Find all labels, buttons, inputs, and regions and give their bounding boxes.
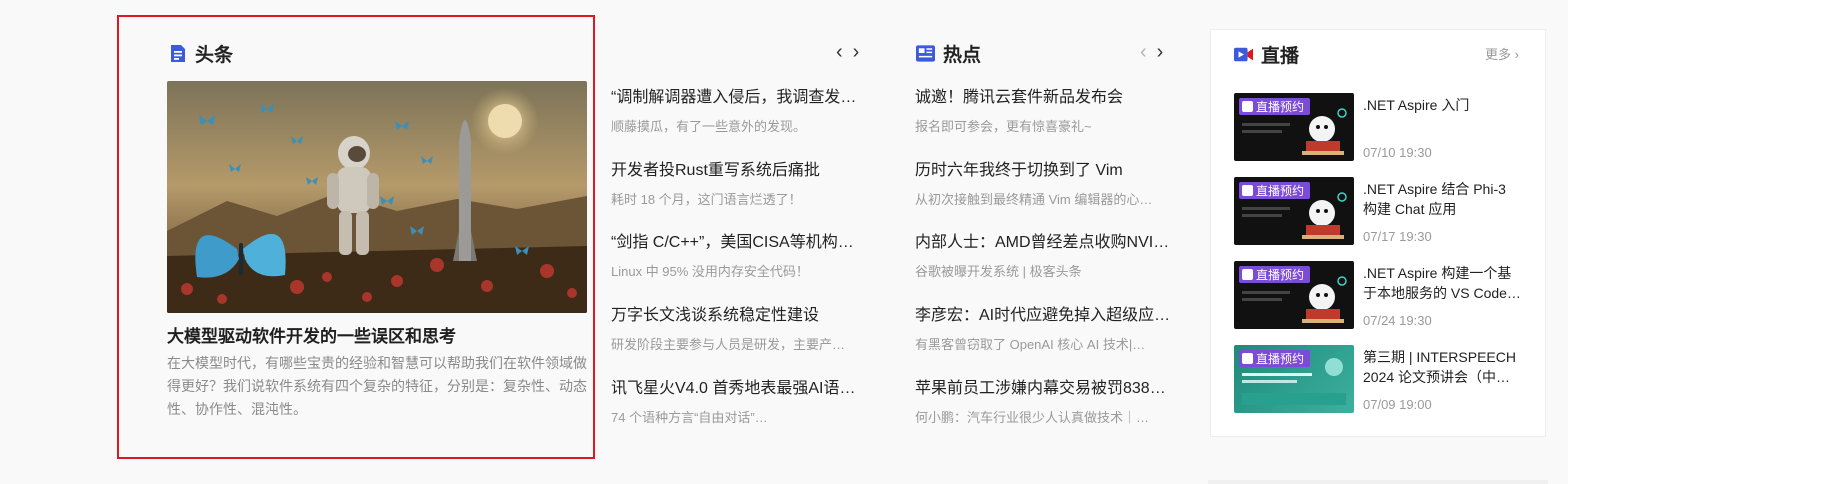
- headline-article-description: 在大模型时代，有哪些宝贵的经验和智慧可以帮助我们在软件领域做得更好？我们说软件系…: [167, 355, 587, 417]
- live-item[interactable]: 直播预约 第三期 | INTERSPEECH 2024 论文预讲会（中… 07/…: [1234, 345, 1524, 415]
- more-link[interactable]: 更多 ›: [1485, 44, 1519, 63]
- video-camera-icon: [1234, 45, 1253, 64]
- live-time: 07/17 19:30: [1363, 229, 1432, 244]
- badge-label: 直播预约: [1256, 268, 1305, 282]
- chevron-right-icon[interactable]: ›: [1157, 42, 1164, 62]
- news-title[interactable]: “调制解调器遭入侵后，我调查发现…: [611, 83, 871, 107]
- divider: [1208, 480, 1548, 484]
- news-title[interactable]: 苹果前员工涉嫌内幕交易被罚838…: [915, 374, 1175, 398]
- news-title[interactable]: 内部人士：AMD曾经差点收购NVI…: [915, 228, 1175, 252]
- chevron-right-icon: ›: [1511, 47, 1519, 62]
- more-label: 更多: [1485, 47, 1512, 62]
- hot-carousel-controls: ‹ ›: [1140, 42, 1163, 62]
- list-item[interactable]: 讯飞星火V4.0 首秀地表最强AI语… 74 个语种方言“自由对话”…: [611, 374, 871, 426]
- play-icon: [1242, 269, 1253, 280]
- live-title[interactable]: .NET Aspire 结合 Phi-3 构建 Chat 应用: [1363, 179, 1523, 219]
- live-item[interactable]: 直播预约 .NET Aspire 构建一个基于本地服务的 VS Code… 07…: [1234, 261, 1524, 331]
- play-icon: [1242, 101, 1253, 112]
- list-item[interactable]: 开发者投Rust重写系统后痛批 耗时 18 个月，这门语言烂透了！: [611, 156, 871, 208]
- news-title[interactable]: 开发者投Rust重写系统后痛批: [611, 156, 871, 180]
- news-subtitle: 顺藤摸瓜，有了一些意外的发现。: [611, 119, 807, 134]
- news-subtitle: 74 个语种方言“自由对话”…: [611, 410, 768, 425]
- chevron-right-icon[interactable]: ›: [853, 42, 860, 62]
- right-gutter: [1568, 0, 1834, 484]
- chevron-left-icon[interactable]: ‹: [836, 42, 843, 62]
- list-item[interactable]: 内部人士：AMD曾经差点收购NVI… 谷歌被曝开发系统 | 极客头条: [915, 228, 1175, 280]
- news-subtitle: 从初次接触到最终精通 Vim 编辑器的心…: [915, 192, 1153, 207]
- live-thumbnail[interactable]: 直播预约: [1234, 93, 1354, 161]
- list-item[interactable]: 苹果前员工涉嫌内幕交易被罚838… 何小鹏：汽车行业很少人认真做技术｜…: [915, 374, 1175, 426]
- live-badge: 直播预约: [1239, 98, 1311, 115]
- headline-article-title[interactable]: 大模型驱动软件开发的一些误区和思考: [167, 322, 587, 347]
- badge-label: 直播预约: [1256, 100, 1305, 114]
- live-section-header: 直播: [1234, 41, 1299, 68]
- live-title[interactable]: .NET Aspire 构建一个基于本地服务的 VS Code…: [1363, 263, 1523, 303]
- headline-section-header: 头条: [168, 40, 233, 67]
- headline-article-image[interactable]: [167, 81, 587, 313]
- news-title[interactable]: “剑指 C/C++”，美国CISA等机构…: [611, 228, 871, 252]
- live-title[interactable]: 第三期 | INTERSPEECH 2024 论文预讲会（中…: [1363, 347, 1523, 387]
- news-subtitle: 报名即可参会，更有惊喜豪礼~: [915, 119, 1092, 134]
- live-time: 07/10 19:30: [1363, 145, 1432, 160]
- list-item[interactable]: 诚邀！腾讯云套件新品发布会 报名即可参会，更有惊喜豪礼~: [915, 83, 1175, 135]
- live-badge: 直播预约: [1239, 266, 1311, 283]
- news-title[interactable]: 万字长文浅谈系统稳定性建设: [611, 301, 871, 325]
- list-item[interactable]: “调制解调器遭入侵后，我调查发现… 顺藤摸瓜，有了一些意外的发现。: [611, 83, 871, 135]
- live-thumbnail[interactable]: 直播预约: [1234, 261, 1354, 329]
- news-title[interactable]: 历时六年我终于切换到了 Vim: [915, 156, 1175, 180]
- list-item[interactable]: 万字长文浅谈系统稳定性建设 研发阶段主要参与人员是研发，主要产…: [611, 301, 871, 353]
- live-thumbnail[interactable]: 直播预约: [1234, 177, 1354, 245]
- play-icon: [1242, 353, 1253, 364]
- live-time: 07/24 19:30: [1363, 313, 1432, 328]
- headline-section-title: 头条: [195, 45, 234, 66]
- hot-section-title: 热点: [943, 45, 982, 66]
- live-section-title: 直播: [1261, 46, 1300, 67]
- live-item[interactable]: 直播预约 .NET Aspire 入门 07/10 19:30: [1234, 93, 1524, 163]
- news-subtitle: Linux 中 95% 没用内存安全代码！: [611, 264, 809, 279]
- list-item[interactable]: 李彦宏：AI时代应避免掉入超级应… 有黑客曾窃取了 OpenAI 核心 AI 技…: [915, 301, 1175, 353]
- badge-label: 直播预约: [1256, 352, 1305, 366]
- live-title[interactable]: .NET Aspire 入门: [1363, 95, 1523, 115]
- live-panel: 直播 更多 › 直播预约 .NET Aspire 入门 07/10 19:30 …: [1210, 29, 1546, 437]
- news-subtitle: 耗时 18 个月，这门语言烂透了！: [611, 192, 802, 207]
- list-item[interactable]: “剑指 C/C++”，美国CISA等机构… Linux 中 95% 没用内存安全…: [611, 228, 871, 280]
- news-title[interactable]: 李彦宏：AI时代应避免掉入超级应…: [915, 301, 1175, 325]
- live-time: 07/09 19:00: [1363, 397, 1432, 412]
- badge-label: 直播预约: [1256, 184, 1305, 198]
- chevron-left-icon[interactable]: ‹: [1140, 42, 1147, 62]
- play-icon: [1242, 185, 1253, 196]
- news-subtitle: 谷歌被曝开发系统 | 极客头条: [915, 264, 1082, 279]
- hot-section-header: 热点: [916, 40, 981, 67]
- live-item[interactable]: 直播预约 .NET Aspire 结合 Phi-3 构建 Chat 应用 07/…: [1234, 177, 1524, 247]
- live-thumbnail[interactable]: 直播预约: [1234, 345, 1354, 413]
- news-title[interactable]: 讯飞星火V4.0 首秀地表最强AI语…: [611, 374, 871, 398]
- news-subtitle: 研发阶段主要参与人员是研发，主要产…: [611, 337, 846, 352]
- list-item[interactable]: 历时六年我终于切换到了 Vim 从初次接触到最终精通 Vim 编辑器的心…: [915, 156, 1175, 208]
- document-icon: [168, 44, 187, 63]
- news-icon: [916, 44, 935, 63]
- news-subtitle: 何小鹏：汽车行业很少人认真做技术｜…: [915, 410, 1150, 425]
- news-subtitle: 有黑客曾窃取了 OpenAI 核心 AI 技术|…: [915, 337, 1146, 352]
- live-badge: 直播预约: [1239, 182, 1311, 199]
- news-title[interactable]: 诚邀！腾讯云套件新品发布会: [915, 83, 1175, 107]
- live-badge: 直播预约: [1239, 350, 1311, 367]
- astronaut-butterflies-image: [167, 81, 587, 313]
- headline-carousel-controls: ‹ ›: [836, 42, 859, 62]
